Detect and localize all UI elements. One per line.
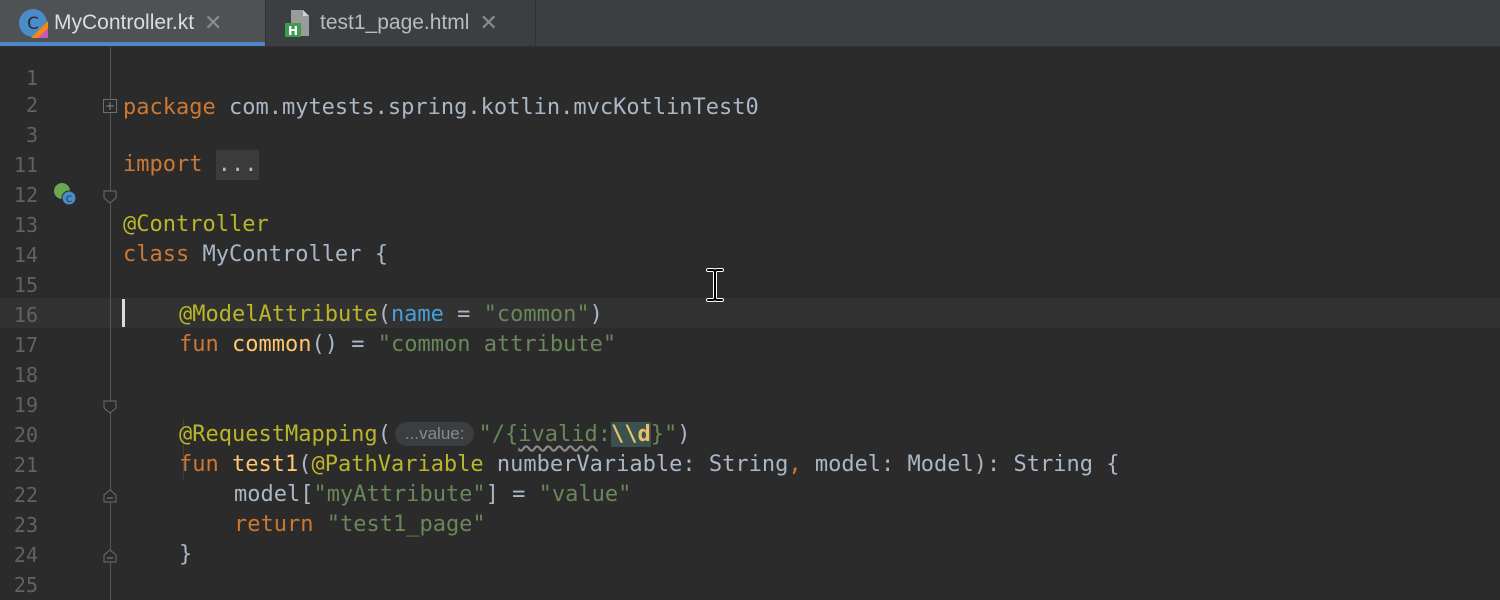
- text-caret: [122, 299, 125, 327]
- editor-tab-bar: C MyController.kt ✕ H test1_page.html ✕: [0, 0, 1500, 47]
- close-icon[interactable]: ✕: [204, 10, 222, 36]
- collapse-fold-icon[interactable]: [103, 399, 117, 414]
- code-line: 14: [0, 210, 1500, 267]
- code-line: 11: [0, 120, 1500, 177]
- code-line: 24: [0, 510, 1500, 567]
- fold-end-icon[interactable]: [103, 488, 117, 503]
- code-line: 15 @ModelAttribute(name = "common"): [0, 240, 1500, 327]
- tab-mycontroller-kt[interactable]: C MyController.kt ✕: [0, 0, 266, 46]
- html-file-icon: H: [284, 8, 314, 38]
- tab-label: MyController.kt: [54, 11, 195, 34]
- code-line: 22 return "test1_page": [0, 450, 1500, 537]
- code-line: 20 fun test1(@PathVariable numberVariabl…: [0, 390, 1500, 477]
- svg-text:C: C: [27, 14, 39, 34]
- expand-fold-icon[interactable]: +: [103, 99, 117, 113]
- close-icon[interactable]: ✕: [479, 10, 497, 36]
- code-line: 16 fun common() = "common attribute": [0, 270, 1500, 357]
- code-line: 18: [0, 330, 1500, 387]
- code-line: 3 import ...: [0, 90, 1500, 180]
- code-line: 25 }: [0, 540, 1500, 597]
- code-line: 21 model["myAttribute"] = "value": [0, 420, 1500, 507]
- code-line: 17: [0, 300, 1500, 357]
- tab-label: test1_page.html: [320, 11, 470, 34]
- kotlin-class-icon: C: [18, 8, 48, 38]
- code-editor[interactable]: 1 package com.mytests.spring.kotlin.mvcK…: [0, 47, 1500, 600]
- fold-end-icon[interactable]: [103, 548, 117, 563]
- svg-text:H: H: [288, 24, 298, 38]
- svg-text:C: C: [66, 195, 72, 205]
- spring-bean-icon[interactable]: C: [52, 181, 78, 207]
- text-cursor-icon: [705, 268, 725, 302]
- code-line: 23 }: [0, 480, 1500, 567]
- code-line: 13 class MyController {: [0, 180, 1500, 267]
- code-line: 12 @Controller: [0, 150, 1500, 237]
- tab-test1-page-html[interactable]: H test1_page.html ✕: [266, 0, 536, 46]
- collapse-fold-icon[interactable]: [103, 189, 117, 204]
- code-line: 2: [0, 60, 1500, 117]
- code-line: 19 @RequestMapping(...value: "/{ivalid:\\…: [0, 360, 1500, 447]
- line-number: 25: [13, 573, 38, 597]
